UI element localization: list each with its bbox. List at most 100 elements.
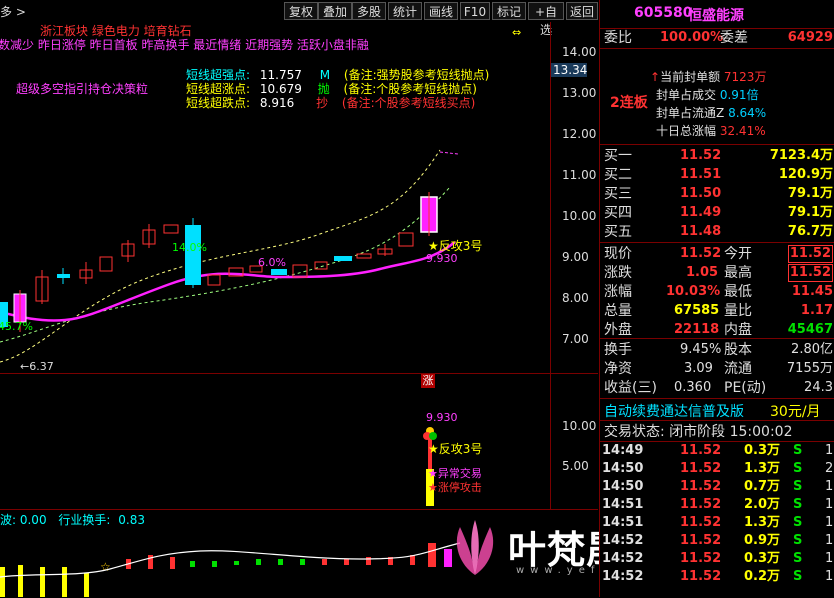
seal-float-value: 8.64% [728,106,767,120]
bid-row: 买一 11.52 7123.4万 [600,146,834,166]
fin-label: 换手 [604,342,632,358]
stat-label: 外盘 [604,322,632,338]
price-label: 11.00 [562,168,597,182]
stat-label: 现价 [604,246,632,262]
stat-value: 11.52 [787,245,833,263]
mark-button[interactable]: 标记 [492,2,526,20]
tick-time: 14:52 [602,569,644,584]
promo-banner[interactable]: 自动续费通达信普及版 30元/月 [600,400,834,421]
tick-price: 11.52 [680,461,722,476]
price-axis-line [550,22,551,509]
more-link[interactable]: 更多 > [0,3,26,20]
info-line: 数减少 昨日涨停 昨日首板 昨高换手 最近情绪 近期强势 活跃小盘非融 [0,38,369,52]
fin-row: 换手 9.45% 股本 2.80亿 [600,340,834,360]
fin-value: 7155万 [786,361,833,376]
fin-value: 2.80亿 [791,342,833,357]
promo-price: 30元/月 [770,404,821,420]
tick-count: 1 [825,569,834,584]
tick-count: 2 [825,461,834,476]
tick-vol: 0.7万 [744,479,781,494]
fin-row: 净资 3.09 流通 7155万 [600,359,834,379]
price-label: 9.00 [562,250,589,264]
indicator-label: 短线超跌点: [186,96,251,110]
price-label: 14.00 [562,45,597,59]
weibi-row: 委比 100.00% 委差 64929 [600,28,834,49]
tick-time: 14:51 [602,515,644,530]
price-label: 7.00 [562,332,589,346]
bid-vol: 120.9万 [778,167,833,182]
tick-price: 11.52 [680,515,722,530]
stat-value: 67585 [674,303,720,318]
seal-float-label: 封单占流通Z [656,106,725,120]
fin-value: 9.45% [680,342,722,357]
add-watchlist-button[interactable]: +自选 [528,2,564,37]
tick-vol: 0.2万 [744,569,781,584]
annotation-9930: 9.930 [426,252,458,265]
stat-label: 最低 [724,284,752,300]
tick-time: 14:51 [602,497,644,512]
back-button[interactable]: 返回 [566,2,598,20]
sub-annotation-fangong: ★反攻3号 [428,442,483,456]
sub-annotation-9930: 9.930 [426,411,458,424]
fundamentals: 换手 9.45% 股本 2.80亿 净资 3.09 流通 7155万 收益(三)… [600,340,834,399]
bid-vol: 79.1万 [787,205,833,220]
chart-area[interactable]: 更多 > 复权 叠加 多股 统计 画线 F10 标记 +自选 返回 ⇔ 14.0… [0,0,598,597]
bid-price: 11.49 [680,205,722,220]
quote-panel: 605580 恒盛能源 委比 100.00% 委差 64929 2连板 ↑当前封… [599,0,834,597]
draw-line-button[interactable]: 画线 [424,2,458,20]
stat-value: 10.03% [666,284,721,299]
indicator-tag: 抄 [316,96,329,110]
tick-price: 11.52 [680,443,722,458]
indicator-title: 超级多空指引持仓决策粒 [16,82,149,96]
restore-rights-button[interactable]: 复权 [284,2,318,20]
fin-label: PE(动) [724,380,767,396]
tick-side: S [793,479,803,494]
tick-side: S [793,443,803,458]
tick-row: 14:52 11.52 0.3万 S 1 [600,550,834,568]
weibi-value: 100.00% [660,30,724,45]
bottom-separator [0,509,598,510]
promo-text: 自动续费通达信普及版 [604,404,744,420]
tick-side: S [793,533,803,548]
seal-vol-value: 0.91倍 [719,88,759,102]
bid-price: 11.48 [680,224,722,239]
f10-button[interactable]: F10 [460,2,490,20]
tick-time: 14:49 [602,443,644,458]
fin-label: 股本 [724,342,752,358]
seal-info: 2连板 ↑当前封单额 7123万 封单占成交 0.91倍 封单占流通Z 8.64… [600,50,834,145]
stat-label: 涨幅 [604,284,632,300]
bid-vol: 76.7万 [787,224,833,239]
stock-header[interactable]: 605580 恒盛能源 [600,0,834,29]
price-label: 12.00 [562,127,597,141]
tick-vol: 0.9万 [744,533,781,548]
volume-label: 5.00 [562,459,589,473]
tick-count: 1 [825,551,834,566]
tick-list[interactable]: 14:49 11.52 0.3万 S 1 14:50 11.52 1.3万 S … [600,441,834,598]
overlay-button[interactable]: 叠加 [318,2,352,20]
annotation-45pct: 45.7% [0,320,33,333]
tick-side: S [793,551,803,566]
weicha-label: 委差 [720,30,748,46]
stat-value: 11.52 [787,264,833,282]
price-label: 8.00 [562,291,589,305]
indicator-value: 8.916 [259,96,295,110]
tick-side: S [793,497,803,512]
price-label: 10.00 [562,209,597,223]
tick-vol: 1.3万 [744,461,781,476]
seal-amount-value: 7123万 [723,70,767,84]
fin-label: 收益(三) [604,380,657,396]
stock-name: 恒盛能源 [688,8,744,24]
tick-row: 14:52 11.52 0.9万 S 1 [600,532,834,550]
stat-label: 内盘 [724,322,752,338]
volume-label: 10.00 [562,419,597,433]
statistics-button[interactable]: 统计 [388,2,422,20]
multi-stock-button[interactable]: 多股 [352,2,386,20]
tick-count: 1 [825,515,834,530]
bid-label: 买五 [604,224,632,240]
tick-count: 1 [825,533,834,548]
tick-count: 1 [825,443,834,458]
fin-row: 收益(三) 0.360 PE(动) 24.3 [600,378,834,398]
stat-row: 总量 67585 量比 1.17 [600,301,834,321]
bid-label: 买一 [604,148,632,164]
trade-status: 交易状态: 闭市阶段 15:00:02 [604,424,793,440]
